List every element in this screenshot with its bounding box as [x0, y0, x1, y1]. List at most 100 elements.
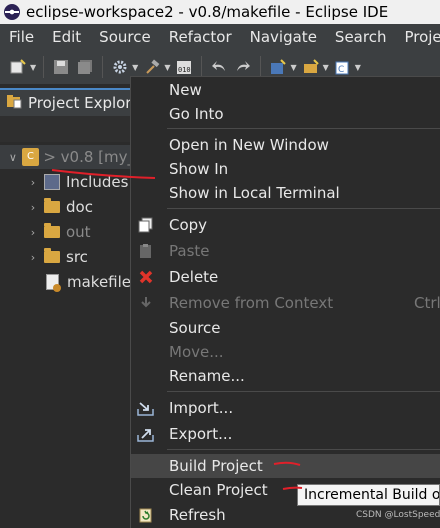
tree-item-label: > v0.8 [my_: [43, 148, 135, 166]
makefile-icon: [46, 274, 61, 292]
menu-item-show-in[interactable]: Show In: [131, 157, 440, 181]
includes-icon: [44, 174, 60, 190]
source-folder-icon: [44, 248, 60, 263]
new-folder-dropdown-icon[interactable]: ▼: [323, 63, 329, 72]
menu-item-build-project[interactable]: Build Project: [131, 454, 440, 478]
binary-icon[interactable]: 010: [174, 57, 194, 77]
remove-context-icon: [137, 294, 155, 312]
menu-item-label: Show In: [169, 160, 229, 178]
folder-icon: [44, 198, 60, 213]
svg-text:010: 010: [178, 66, 191, 74]
menu-item-export[interactable]: Export...: [131, 422, 440, 446]
expand-chevron-icon[interactable]: ›: [26, 226, 40, 239]
menu-item-label: Open in New Window: [169, 136, 329, 154]
new-folder-icon[interactable]: [301, 57, 321, 77]
c-project-icon: C: [21, 148, 40, 166]
new-class-icon[interactable]: C: [333, 57, 353, 77]
toolbar-separator: [201, 56, 203, 78]
menu-item-label: Export...: [169, 425, 233, 443]
tooltip-text: Incremental Build o: [304, 487, 440, 503]
new-dropdown-icon[interactable]: ▼: [30, 63, 36, 72]
new-project-dropdown-icon[interactable]: ▼: [290, 63, 296, 72]
menu-item-label: New: [169, 81, 202, 99]
tree-item-doc[interactable]: › doc: [0, 195, 135, 219]
build-hammer-icon[interactable]: [142, 57, 162, 77]
tree-item-includes[interactable]: › Includes: [0, 170, 135, 194]
tree-item-label: out: [66, 223, 91, 241]
tree-item-src[interactable]: › src: [0, 245, 135, 269]
menu-item-label: Rename...: [169, 367, 245, 385]
menu-item-label: Paste: [169, 242, 210, 260]
project-explorer-icon: [6, 93, 22, 113]
menu-item-paste[interactable]: Paste: [131, 239, 440, 263]
expand-chevron-icon[interactable]: ›: [26, 176, 40, 189]
menu-item-label: Source: [169, 319, 221, 337]
tooltip: Incremental Build o: [297, 484, 440, 506]
menu-item-remove-from-context[interactable]: Remove from Context Ctrl: [131, 291, 440, 315]
menu-item-go-into[interactable]: Go Into: [131, 102, 440, 126]
menu-item-label: Import...: [169, 399, 234, 417]
save-icon[interactable]: [51, 57, 71, 77]
menu-item-label: Go Into: [169, 105, 224, 123]
menu-item-label: Refresh: [169, 506, 226, 524]
project-explorer-title: Project Explor: [28, 94, 132, 112]
refresh-icon: [137, 506, 155, 524]
menu-item-delete[interactable]: Delete: [131, 265, 440, 289]
redo-arrow-icon[interactable]: [233, 57, 253, 77]
project-explorer-tab[interactable]: Project Explor: [0, 88, 135, 116]
tree-item-makefile[interactable]: makefile: [0, 270, 135, 294]
menu-item-label: Copy: [169, 216, 208, 234]
watermark: CSDN @LostSpeed: [356, 510, 440, 520]
menu-separator: [167, 391, 440, 392]
settings-gear-icon[interactable]: [110, 57, 130, 77]
menu-item-label: Delete: [169, 268, 219, 286]
explorer-toolbar: [0, 116, 135, 142]
menu-navigate[interactable]: Navigate: [241, 28, 326, 46]
menu-refactor[interactable]: Refactor: [160, 28, 241, 46]
build-dropdown-icon[interactable]: ▼: [164, 63, 170, 72]
context-menu: New Go Into Open in New Window Show In S…: [130, 76, 440, 528]
menu-bar: File Edit Source Refactor Navigate Searc…: [0, 24, 440, 50]
undo-arrow-icon[interactable]: [209, 57, 229, 77]
expand-chevron-icon[interactable]: ›: [26, 251, 40, 264]
menu-separator: [167, 128, 440, 129]
new-class-dropdown-icon[interactable]: ▼: [355, 63, 361, 72]
toolbar-separator: [102, 56, 104, 78]
menu-item-label: Remove from Context: [169, 294, 334, 312]
toolbar-separator: [43, 56, 45, 78]
toolbar-separator: [260, 56, 262, 78]
menu-item-shortcut: Ctrl: [414, 294, 440, 312]
menu-project[interactable]: Proje: [395, 28, 440, 46]
menu-item-new[interactable]: New: [131, 78, 440, 102]
expand-chevron-icon[interactable]: ›: [26, 201, 40, 214]
menu-source[interactable]: Source: [90, 28, 160, 46]
menu-item-rename[interactable]: Rename...: [131, 364, 440, 388]
menu-file[interactable]: File: [0, 28, 43, 46]
menu-item-import[interactable]: Import...: [131, 396, 440, 420]
menu-item-label: Clean Project: [169, 481, 268, 499]
title-bar: eclipse-workspace2 - v0.8/makefile - Ecl…: [0, 0, 440, 24]
menu-search[interactable]: Search: [326, 28, 396, 46]
menu-item-copy[interactable]: Copy: [131, 213, 440, 237]
save-all-icon[interactable]: [75, 57, 95, 77]
new-icon[interactable]: [8, 57, 28, 77]
delete-icon: [137, 268, 155, 286]
menu-item-open-in-new-window[interactable]: Open in New Window: [131, 133, 440, 157]
menu-item-show-in-local-terminal[interactable]: Show in Local Terminal: [131, 181, 440, 205]
tree-item-project[interactable]: ∨ C > v0.8 [my_: [0, 145, 135, 169]
menu-item-label: Show in Local Terminal: [169, 184, 340, 202]
svg-text:C: C: [338, 65, 344, 75]
new-project-icon[interactable]: [268, 57, 288, 77]
menu-item-move[interactable]: Move...: [131, 340, 440, 364]
tree-item-label: makefile: [67, 273, 132, 291]
menu-edit[interactable]: Edit: [43, 28, 90, 46]
tree-item-label: doc: [66, 198, 93, 216]
settings-dropdown-icon[interactable]: ▼: [132, 63, 138, 72]
import-icon: [137, 399, 155, 417]
menu-item-source[interactable]: Source: [131, 316, 440, 340]
menu-item-label: Move...: [169, 343, 224, 361]
export-icon: [137, 425, 155, 443]
collapse-chevron-icon[interactable]: ∨: [6, 151, 20, 164]
menu-separator: [167, 208, 440, 209]
tree-item-out[interactable]: › out: [0, 220, 135, 244]
